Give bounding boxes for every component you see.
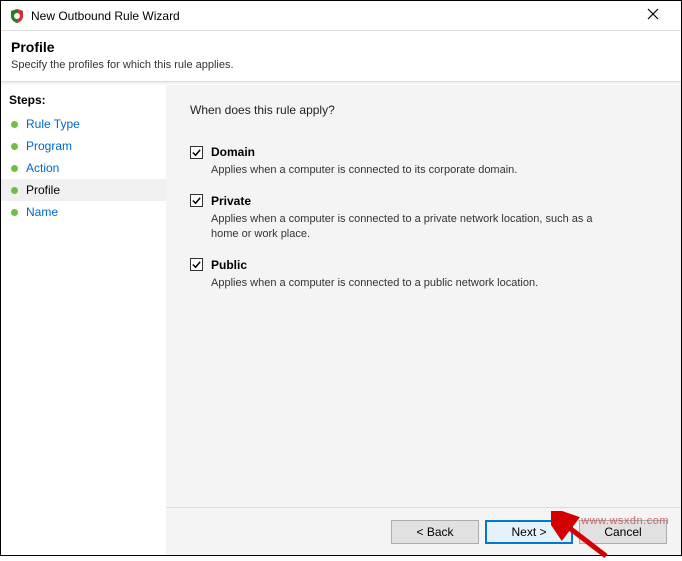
bullet-icon [11, 165, 18, 172]
profile-option-public: Public Applies when a computer is connec… [190, 258, 657, 291]
step-program[interactable]: Program [1, 135, 166, 157]
checkbox-private[interactable] [190, 194, 203, 207]
checkbox-domain[interactable] [190, 146, 203, 159]
bullet-icon [11, 187, 18, 194]
footer: < Back Next > Cancel [166, 507, 681, 555]
profile-name: Private [211, 194, 251, 208]
steps-heading: Steps: [1, 91, 166, 113]
step-rule-type[interactable]: Rule Type [1, 113, 166, 135]
profile-desc: Applies when a computer is connected to … [211, 212, 611, 242]
profile-option-private: Private Applies when a computer is conne… [190, 194, 657, 242]
next-button[interactable]: Next > [485, 520, 573, 544]
close-button[interactable] [633, 8, 673, 24]
profile-desc: Applies when a computer is connected to … [211, 276, 611, 291]
checkmark-icon [191, 259, 202, 270]
step-action[interactable]: Action [1, 157, 166, 179]
profile-name: Domain [211, 145, 255, 159]
step-profile[interactable]: Profile [1, 179, 166, 201]
window-title: New Outbound Rule Wizard [31, 9, 633, 23]
prompt-text: When does this rule apply? [190, 103, 657, 117]
step-label: Rule Type [26, 117, 80, 131]
step-name[interactable]: Name [1, 201, 166, 223]
profile-desc: Applies when a computer is connected to … [211, 163, 611, 178]
page-title: Profile [11, 39, 671, 55]
step-label: Program [26, 139, 72, 153]
step-label: Profile [26, 183, 60, 197]
page-subtitle: Specify the profiles for which this rule… [11, 59, 671, 71]
cancel-button[interactable]: Cancel [579, 520, 667, 544]
steps-sidebar: Steps: Rule Type Program Action Profile … [1, 85, 166, 555]
firewall-icon [9, 8, 25, 24]
close-icon [647, 8, 659, 20]
bullet-icon [11, 121, 18, 128]
checkmark-icon [191, 147, 202, 158]
bullet-icon [11, 143, 18, 150]
step-label: Action [26, 161, 59, 175]
step-label: Name [26, 205, 58, 219]
checkbox-public[interactable] [190, 258, 203, 271]
profile-name: Public [211, 258, 247, 272]
content-pane: When does this rule apply? Domain Applie… [166, 85, 681, 555]
profile-option-domain: Domain Applies when a computer is connec… [190, 145, 657, 178]
checkmark-icon [191, 195, 202, 206]
body: Steps: Rule Type Program Action Profile … [1, 85, 681, 555]
titlebar: New Outbound Rule Wizard [1, 1, 681, 31]
header: Profile Specify the profiles for which t… [1, 31, 681, 81]
back-button[interactable]: < Back [391, 520, 479, 544]
wizard-window: New Outbound Rule Wizard Profile Specify… [0, 0, 682, 556]
bullet-icon [11, 209, 18, 216]
